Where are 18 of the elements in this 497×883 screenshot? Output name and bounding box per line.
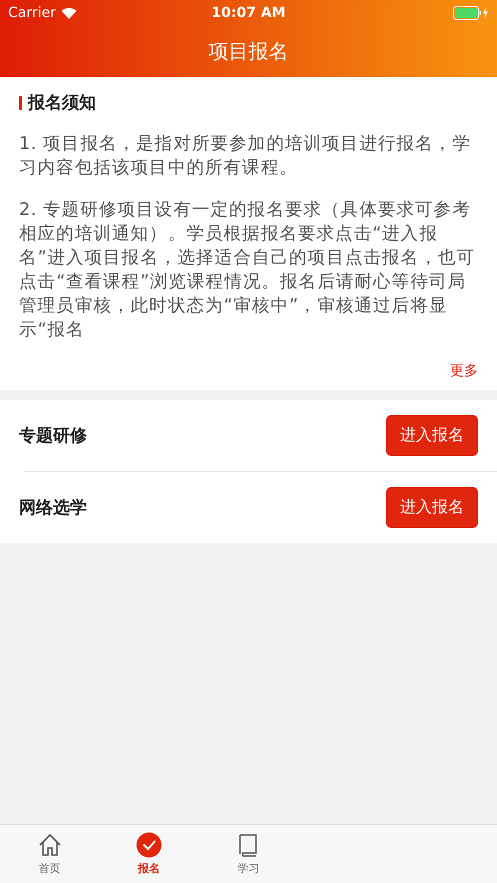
enroll-button[interactable]: 进入报名	[386, 487, 478, 528]
more-link[interactable]: 更多	[19, 362, 478, 380]
program-name: 专题研修	[19, 425, 87, 447]
wifi-icon	[60, 7, 77, 19]
notice-paragraph: 2. 专题研修项目设有一定的报名要求（具体要求可参考相应的培训通知）。学员根据报名要求点击“进入报名”进入项目报名，选择适合自己的项目点击报名，也可点击“查看课程”浏览课程情况。报名后请耐心等待司局管理员审核，此时状态为“审核中”，审核通过后将显示“报名	[19, 199, 476, 342]
enroll-button[interactable]: 进入报名	[386, 415, 478, 456]
tab-item[interactable]: 学习	[198, 825, 298, 883]
home-icon	[36, 832, 63, 858]
tab-item[interactable]: 首页	[0, 825, 100, 883]
page-title: 项目报名	[208, 38, 290, 65]
tab-item[interactable]: 报名	[99, 825, 199, 883]
notice-paragraph: 1. 项目报名，是指对所要参加的培训项目进行报名，学习内容包括该项目中的所有课程。	[19, 133, 472, 180]
program-name: 网络选学	[19, 497, 87, 519]
status-time: 10:07 AM	[211, 5, 286, 21]
battery-icon	[453, 6, 489, 20]
section-title: 报名须知	[28, 92, 96, 114]
carrier-name: Carrier	[8, 5, 56, 21]
check-icon	[136, 832, 162, 858]
